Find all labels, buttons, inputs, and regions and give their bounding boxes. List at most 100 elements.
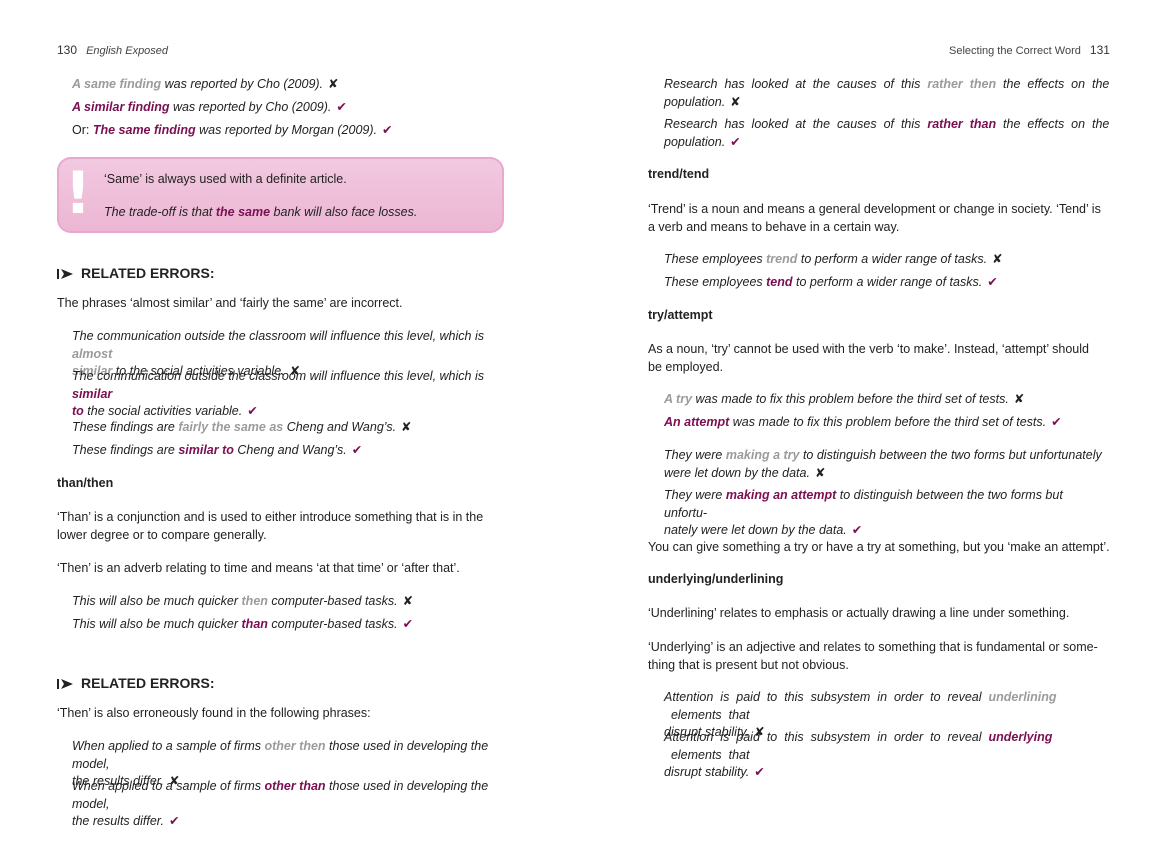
correct-phrase: other than	[264, 779, 326, 793]
check-icon: ✔	[336, 100, 347, 114]
definition-line: a verb and means to behave in a certain …	[648, 219, 900, 234]
check-icon: ✔	[402, 617, 414, 631]
section-title-try-attempt: try/attempt	[648, 308, 713, 322]
heading-text: RELATED ERRORS:	[81, 265, 215, 281]
example-text: elements that	[664, 747, 750, 762]
correct-phrase: to	[72, 404, 84, 418]
example-right: When applied to a sample of firms other …	[72, 778, 507, 831]
wrong-phrase: A same finding	[72, 77, 162, 91]
example-wrong: These findings are fairly the same as Ch…	[72, 419, 412, 437]
right-page: Selecting the Correct Word 131 Research …	[576, 0, 1152, 864]
arrow-right-icon	[57, 679, 73, 690]
underlining-definition: ‘Underlining’ relates to emphasis or act…	[648, 606, 1070, 620]
correct-phrase: similar	[72, 386, 113, 401]
definition-line: ‘Trend’ is a noun and means a general de…	[648, 202, 1101, 216]
wrong-phrase: fairly the same as	[178, 420, 284, 434]
check-icon: ✔	[1051, 415, 1062, 429]
example-text: population.	[664, 134, 726, 149]
correct-phrase: An attempt	[664, 415, 730, 429]
cross-icon: ✘	[1013, 392, 1025, 406]
correct-phrase: making an attempt	[725, 488, 837, 502]
wrong-phrase: then	[241, 594, 268, 608]
trend-definition: ‘Trend’ is a noun and means a general de…	[648, 201, 1108, 236]
related-errors-text: ‘Then’ is also erroneously found in the …	[57, 706, 371, 720]
left-page-number: 130	[57, 43, 78, 57]
left-header: 130 English Exposed	[57, 43, 168, 57]
correct-phrase: The same finding	[92, 123, 196, 137]
example-text: elements that	[664, 707, 750, 722]
section-title-than-then: than/then	[57, 476, 114, 490]
check-icon: ✔	[168, 814, 180, 828]
example-text: When applied to a sample of firms	[72, 779, 265, 793]
example-text: They were	[664, 488, 726, 502]
cross-icon: ✘	[730, 94, 741, 109]
example-text: The communication outside the classroom …	[72, 369, 484, 383]
wrong-phrase: making a try	[725, 448, 800, 462]
right-header: Selecting the Correct Word 131	[949, 43, 1110, 57]
right-running-title: Selecting the Correct Word	[949, 45, 1081, 57]
example-text: to distinguish between the two forms but…	[799, 448, 1102, 462]
example-text: These employees	[664, 252, 767, 266]
example-right: A similar finding was reported by Cho (2…	[72, 99, 347, 117]
exclamation-icon: !	[64, 159, 92, 227]
definition-line: ‘Underlying’ is an adjective and relates…	[648, 640, 1098, 654]
example-text: This will also be much quicker	[72, 617, 242, 631]
wrong-phrase: A try	[664, 392, 693, 406]
example-text: The trade-off is that	[104, 205, 216, 219]
definition-line: lower degree or to compare generally.	[57, 527, 267, 542]
section-title-underlying: underlying/underlining	[648, 572, 784, 586]
callout-rule: ‘Same’ is always used with a definite ar…	[104, 172, 347, 186]
example-text: were let down by the data.	[664, 465, 810, 480]
definition-line: As a noun, ‘try’ cannot be used with the…	[648, 342, 1089, 356]
example-text: Research has looked at the causes of thi…	[664, 117, 928, 131]
left-page: 130 English Exposed A same finding was r…	[0, 0, 576, 864]
correct-phrase: A similar finding	[72, 100, 170, 114]
definition-line: ‘Than’ is a conjunction and is used to e…	[57, 510, 484, 524]
check-icon: ✔	[381, 123, 393, 137]
example-text: bank will also face losses.	[270, 205, 418, 219]
check-icon: ✔	[351, 443, 363, 457]
than-definition: ‘Than’ is a conjunction and is used to e…	[57, 509, 505, 544]
section-title-trend-tend: trend/tend	[648, 167, 710, 181]
example-text: to perform a wider range of tasks.	[797, 252, 988, 266]
example-text: Cheng and Wang’s.	[283, 420, 397, 434]
correct-phrase: than	[241, 617, 268, 631]
example-right: Research has looked at the causes of thi…	[664, 116, 1109, 151]
related-errors-text: The phrases ‘almost similar’ and ‘fairly…	[57, 296, 403, 310]
example-text: the effects on the	[996, 117, 1110, 131]
underlying-definition: ‘Underlying’ is an adjective and relates…	[648, 639, 1108, 674]
example-text: Attention is paid to this subsystem in o…	[664, 730, 989, 744]
example-text: They were	[664, 448, 726, 462]
example-text: The communication outside the classroom …	[72, 329, 484, 343]
example-right: This will also be much quicker than comp…	[72, 616, 413, 634]
example-wrong: They were making a try to distinguish be…	[664, 447, 1104, 482]
then-definition: ‘Then’ is an adverb relating to time and…	[57, 561, 460, 575]
example-right: The communication outside the classroom …	[72, 368, 505, 421]
example-text: computer-based tasks.	[267, 617, 398, 631]
example-right: They were making an attempt to distingui…	[664, 487, 1104, 540]
example-text: When applied to a sample of firms	[72, 739, 265, 753]
definition-line: thing that is present but not obvious.	[648, 657, 849, 672]
or-label: Or:	[72, 123, 93, 137]
left-running-title: English Exposed	[86, 45, 169, 57]
check-icon: ✔	[730, 134, 741, 149]
example-text: the effects on the	[996, 77, 1110, 91]
definition-line: be employed.	[648, 359, 724, 374]
example-wrong: This will also be much quicker then comp…	[72, 593, 413, 611]
wrong-phrase: almost	[72, 346, 113, 361]
cross-icon: ✘	[992, 252, 1003, 266]
heading-text: RELATED ERRORS:	[81, 675, 215, 691]
note-callout	[57, 157, 504, 233]
check-icon: ✔	[987, 275, 998, 289]
check-icon: ✔	[754, 765, 765, 779]
callout-example: The trade-off is that the same bank will…	[104, 204, 417, 222]
check-icon: ✔	[247, 404, 258, 418]
example-wrong: These employees trend to perform a wider…	[664, 251, 1003, 269]
correct-phrase: tend	[766, 275, 793, 289]
example-text: These findings are	[72, 420, 179, 434]
cross-icon: ✘	[814, 465, 826, 480]
example-right: These findings are similar to Cheng and …	[72, 442, 362, 460]
cross-icon: ✘	[328, 77, 339, 91]
example-text: was reported by Cho (2009).	[169, 100, 332, 114]
example-text: nately were let down by the data.	[664, 523, 847, 537]
